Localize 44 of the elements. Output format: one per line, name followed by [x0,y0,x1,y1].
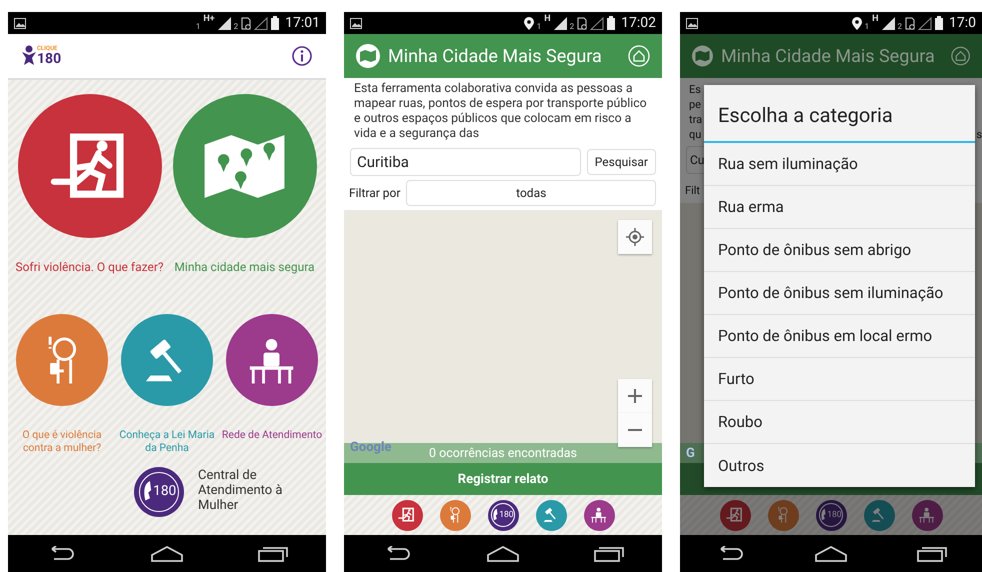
hotline-button[interactable]: 180 Central de Atendimento à Mulher [134,466,326,517]
report-button[interactable]: Registrar relato [344,463,662,495]
menu-tile[interactable]: Sofri violência. O que fazer? [14,94,164,276]
search-field[interactable]: Curitiba [350,148,581,176]
category-option[interactable]: Ponto de ônibus sem iluminação [704,272,975,315]
map-attribution: Google [350,440,392,455]
category-option[interactable]: Ponto de ônibus em local ermo [704,315,975,358]
shortcut-button[interactable]: 180 [488,500,518,530]
text-fragment: Es [689,82,702,97]
status-time: 17:02 [621,15,656,31]
category-option[interactable]: Rua erma [704,186,975,229]
logo-text: 180 [37,52,62,66]
shortcut-button[interactable]: 180 [816,500,846,530]
filter-select[interactable]: todas [406,180,656,206]
badge-text: 180 [499,510,514,520]
app-title: Minha Cidade Mais Segura [720,46,935,66]
app-title: Minha Cidade Mais Segura [388,46,602,66]
category-option[interactable]: Ponto de ônibus sem abrigo [704,229,975,272]
category-option[interactable]: Rua sem iluminação [704,143,975,186]
dialog-title: Escolha a categoria [704,85,975,143]
text-fragment: pe [689,97,702,112]
text-fragment: s [976,127,982,143]
filter-label: Filtrar por [349,186,400,200]
text-fragment: qu [689,127,702,142]
category-option[interactable]: Furto [704,358,975,401]
menu-tile[interactable]: Rede de Atendimento [220,314,324,455]
text: 1 [864,22,870,31]
text: 2 [570,22,574,31]
text: H [544,14,551,24]
category-option[interactable]: Roubo [704,401,975,444]
text: H [872,14,878,24]
intro-text: Esta ferramenta colaborativa convida as pessoas a mapear ruas, pontos de espera por transporte público e outros espaços públicos que colocam em risco a vida e a segurança das [354,82,648,142]
filter-label: Filt [685,184,702,197]
text: 2 [234,22,238,31]
text-fragment: tra [689,112,702,127]
badge-text: 180 [827,510,842,520]
status-time: 17:01 [285,15,320,31]
status-time: 17:0 [949,15,976,31]
text: 1 [536,22,542,31]
text: H+ [203,14,215,24]
text: 1 [196,22,200,31]
text: 2 [898,22,902,31]
search-button[interactable]: Pesquisar [586,149,656,175]
badge-text: 180 [153,484,176,500]
